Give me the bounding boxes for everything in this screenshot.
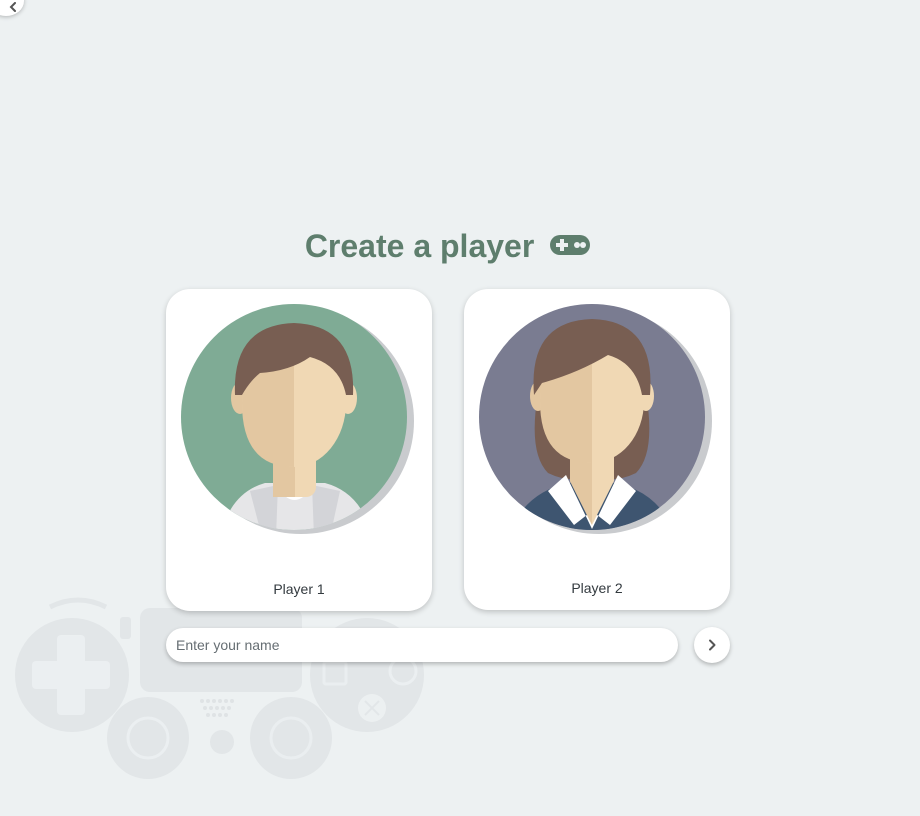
male-avatar-icon (181, 304, 414, 534)
player-card-2[interactable]: Player 2 (464, 289, 730, 610)
name-input[interactable] (166, 628, 678, 662)
gamepad-icon (550, 234, 591, 255)
player-card-1[interactable]: Player 1 (166, 289, 432, 611)
player-1-label: Player 1 (273, 581, 325, 597)
submit-button[interactable] (694, 627, 730, 663)
background-gamepad-icon (15, 597, 424, 779)
page-title-text: Create a player (304, 228, 535, 264)
back-button[interactable] (0, 0, 24, 16)
page-title: Create a player (0, 228, 896, 265)
female-avatar-icon (479, 304, 712, 534)
chevron-left-icon (9, 2, 16, 12)
player-2-label: Player 2 (571, 580, 623, 596)
chevron-right-icon (709, 639, 716, 651)
